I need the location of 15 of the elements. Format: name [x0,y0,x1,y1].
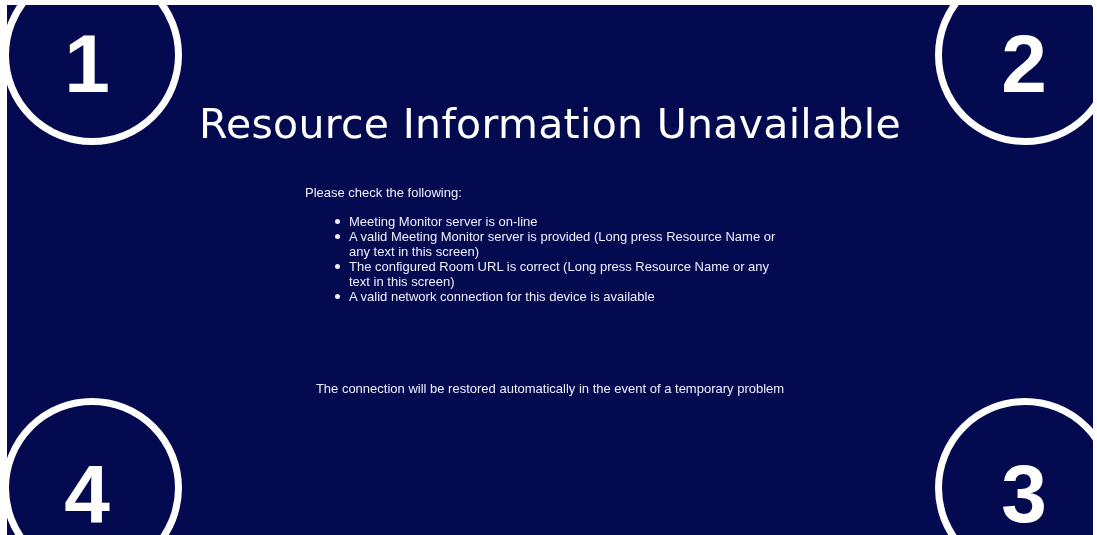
checklist-item: A valid network connection for this device is available [349,289,656,304]
screen-title: Resource Information Unavailable [198,100,902,148]
checklist-item: The configured Room URL is correct (Long press Resource Name or any text in this screen) [349,259,771,289]
checklist-item: Meeting Monitor server is on-line [349,214,539,229]
marker-number: 3 [1000,453,1048,535]
checklist-item: A valid Meeting Monitor server is provided (Long press Resource Name or any text in this screen) [349,229,777,259]
marker-number: 4 [63,453,111,535]
instruction-text: Please check the following: [305,185,463,200]
footer-text: The connection will be restored automatically in the event of a temporary problem [315,381,785,396]
bullet-icon [335,234,340,239]
marker-number: 1 [63,23,111,105]
bullet-icon [335,294,340,299]
marker-number: 2 [1000,23,1048,105]
bullet-icon [335,264,340,269]
bullet-icon [335,219,340,224]
